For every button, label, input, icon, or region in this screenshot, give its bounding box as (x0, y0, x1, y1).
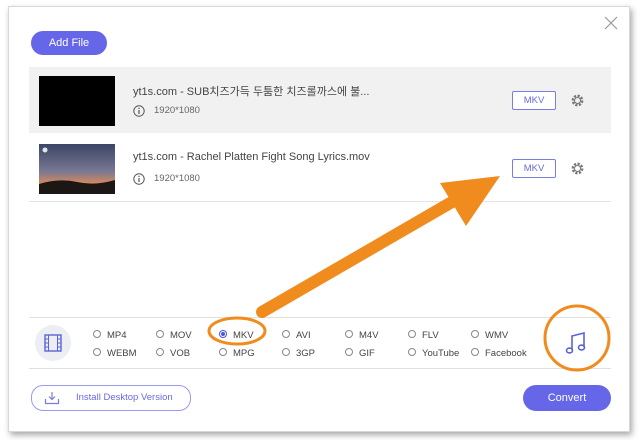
radio-button[interactable] (408, 330, 416, 339)
download-icon (44, 392, 60, 405)
format-option-mp4[interactable]: MP4 (93, 330, 127, 342)
info-icon[interactable] (133, 105, 145, 117)
format-label: YouTube (422, 348, 460, 359)
radio-button[interactable] (93, 330, 101, 339)
format-option-vob[interactable]: VOB (156, 348, 190, 360)
format-label: FLV (422, 330, 439, 341)
file-row: yt1s.com - Rachel Platten Fight Song Lyr… (29, 135, 611, 202)
file-row: yt1s.com - SUB치즈가득 두툼한 치즈롤까스에 불... 1920*… (29, 67, 611, 133)
radio-button-selected[interactable] (219, 330, 227, 339)
format-label: GIF (359, 348, 375, 359)
format-option-gif[interactable]: GIF (345, 348, 375, 360)
radio-button[interactable] (93, 348, 101, 357)
format-option-facebook[interactable]: Facebook (471, 348, 527, 360)
format-option-webm[interactable]: WEBM (93, 348, 137, 360)
file-resolution: 1920*1080 (154, 173, 200, 184)
close-icon[interactable] (603, 15, 619, 31)
format-label: Facebook (485, 348, 527, 359)
format-label: AVI (296, 330, 311, 341)
radio-button[interactable] (156, 330, 164, 339)
radio-button[interactable] (345, 330, 353, 339)
video-thumbnail (39, 144, 115, 194)
file-resolution: 1920*1080 (154, 105, 200, 116)
gear-icon[interactable] (570, 93, 585, 108)
format-label: MKV (233, 330, 254, 341)
format-option-mkv[interactable]: MKV (219, 330, 254, 342)
format-option-mov[interactable]: MOV (156, 330, 192, 342)
radio-button[interactable] (345, 348, 353, 357)
format-option-3gp[interactable]: 3GP (282, 348, 315, 360)
radio-button[interactable] (156, 348, 164, 357)
format-option-wmv[interactable]: WMV (471, 330, 508, 342)
format-label: 3GP (296, 348, 316, 359)
format-label: MP4 (107, 330, 127, 341)
format-label: WEBM (107, 348, 137, 359)
gear-icon[interactable] (570, 161, 585, 176)
convert-button[interactable]: Convert (523, 385, 611, 411)
format-label: MOV (170, 330, 192, 341)
format-option-avi[interactable]: AVI (282, 330, 311, 342)
format-label: M4V (359, 330, 379, 341)
format-label: MPG (233, 348, 255, 359)
format-selector-panel: MP4 MOV MKV AVI M4V FLV WMV WEBM VOB MPG… (29, 317, 611, 369)
format-option-youtube[interactable]: YouTube (408, 348, 459, 360)
music-note-icon[interactable] (560, 328, 592, 360)
radio-button[interactable] (471, 330, 479, 339)
radio-button[interactable] (282, 330, 290, 339)
add-file-button[interactable]: Add File (31, 31, 107, 55)
film-icon[interactable] (35, 325, 71, 361)
radio-button[interactable] (282, 348, 290, 357)
file-name: yt1s.com - Rachel Platten Fight Song Lyr… (133, 151, 370, 163)
radio-button[interactable] (471, 348, 479, 357)
video-thumbnail (39, 76, 115, 126)
install-desktop-button[interactable]: Install Desktop Version (31, 385, 191, 411)
file-name: yt1s.com - SUB치즈가득 두툼한 치즈롤까스에 불... (133, 86, 370, 98)
install-desktop-label: Install Desktop Version (76, 392, 173, 403)
format-option-flv[interactable]: FLV (408, 330, 439, 342)
converter-window: Add File yt1s.com - SUB치즈가득 두툼한 치즈롤까스에 불… (8, 6, 630, 432)
format-option-m4v[interactable]: M4V (345, 330, 379, 342)
format-label: VOB (170, 348, 191, 359)
format-option-mpg[interactable]: MPG (219, 348, 255, 360)
format-label: WMV (485, 330, 509, 341)
output-format-button[interactable]: MKV (512, 91, 556, 110)
info-icon[interactable] (133, 173, 145, 185)
radio-button[interactable] (408, 348, 416, 357)
output-format-button[interactable]: MKV (512, 159, 556, 178)
radio-button[interactable] (219, 348, 227, 357)
